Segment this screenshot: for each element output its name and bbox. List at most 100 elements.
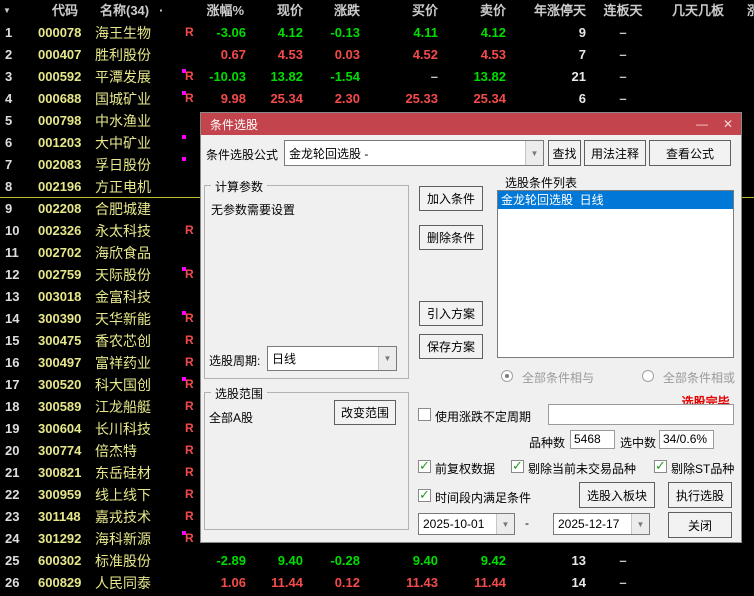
row-number: 13 [5,289,20,304]
radio-all-and[interactable] [501,370,513,382]
dialog-titlebar[interactable]: 条件选股 — ✕ [201,113,741,135]
exclude-untraded-checkbox[interactable] [511,458,524,474]
marker-cell: R [180,264,200,286]
radio-all-or[interactable] [642,370,654,382]
stock-name: 香农芯创 [95,333,151,349]
r-badge: R [185,333,194,347]
table-row[interactable]: 4 000688 国城矿业 R 9.98 25.34 2.30 25.33 25.34 6 – [0,88,754,110]
r-badge: R [185,399,194,413]
row-number: 4 [5,91,13,106]
stock-name: 方正电机 [95,179,151,195]
last-price: 13.82 [270,69,303,84]
row-number: 6 [5,135,13,150]
marker-cell [180,44,200,66]
stock-name: 天华新能 [95,311,151,327]
row-number: 8 [5,179,13,194]
chevron-down-icon[interactable]: ▼ [496,514,514,534]
column-header[interactable]: 买价 [362,0,440,22]
change: 0.12 [334,575,360,590]
column-header[interactable]: 几天几板 [658,0,738,22]
row-number: 26 [5,575,20,590]
period-combobox[interactable]: 日线 ▼ [267,346,397,371]
irregular-period-checkbox[interactable] [418,408,431,421]
change-range-button[interactable]: 改变范围 [334,400,396,425]
marker-cell: R [180,330,200,352]
chevron-down-icon[interactable]: ▼ [525,141,543,165]
marker-cell: R [180,484,200,506]
column-header[interactable]: 涨幅% [200,0,248,22]
delete-condition-button[interactable]: 删除条件 [419,225,483,250]
stock-name: 天际股份 [95,267,151,283]
save-plan-button[interactable]: 保存方案 [419,334,483,359]
ask-price: 4.53 [480,47,506,62]
time-range-checkbox[interactable] [418,487,431,503]
table-row[interactable]: 1 000078 海王生物 R -3.06 4.12 -0.13 4.11 4.12 9 – [0,22,754,44]
last-price: 9.40 [277,553,303,568]
time-range-label: 时间段内满足条件 [435,491,532,505]
stock-name: 江龙船艇 [95,399,151,415]
import-plan-button[interactable]: 引入方案 [419,301,483,326]
row-number-column-header[interactable]: ▼ [0,0,36,22]
column-header[interactable]: 涨跌 [305,0,362,22]
stock-name: 金富科技 [95,289,151,305]
usage-note-button[interactable]: 用法注释 [584,140,646,166]
table-row[interactable]: 25 600302 标准股份 -2.89 9.40 -0.28 9.40 9.42 13 – [0,550,754,572]
row-number: 15 [5,333,20,348]
forward-adjust-checkbox[interactable] [418,458,431,474]
table-row[interactable]: 2 000407 胜利股份 0.67 4.53 0.03 4.52 4.53 7 – [0,44,754,66]
condition-listbox[interactable]: 金龙轮回选股 日线 [497,190,734,358]
row-number: 19 [5,421,20,436]
stock-range-group-title: 选股范围 [211,385,268,402]
row-number: 14 [5,311,20,326]
column-header[interactable]: 年涨停天 [508,0,588,22]
forward-adjust-label: 前复权数据 [435,462,496,476]
consecutive-boards: – [619,575,627,590]
execute-pick-button[interactable]: 执行选股 [668,482,732,508]
close-button[interactable]: 关闭 [668,512,732,538]
row-number: 17 [5,377,20,392]
column-header[interactable]: 现价 [248,0,305,22]
stock-name: 永太科技 [95,223,151,239]
r-badge: R [185,69,194,83]
table-row[interactable]: 3 000592 平潭发展 R -10.03 13.82 -1.54 – 13.82 21 – [0,66,754,88]
r-badge: R [185,377,194,391]
year-limit-days: 14 [571,575,586,590]
bid-price: 4.52 [412,47,438,62]
date-to-combobox[interactable]: 2025-12-17 ▼ [553,513,650,535]
period-combobox-value: 日线 [272,352,297,366]
ask-price: 13.82 [473,69,506,84]
condition-stock-dialog: 条件选股 — ✕ 条件选股公式 金龙轮回选股 - ▼ 查找 用法注释 查看公式 … [200,112,742,543]
marker-cell [180,242,200,264]
formula-combobox[interactable]: 金龙轮回选股 - ▼ [284,140,544,166]
change-pct: -10.03 [209,69,246,84]
column-header[interactable]: 连板天 [588,0,658,22]
stock-code: 002196 [38,179,82,194]
stock-code: 001203 [38,135,82,150]
change-pct: -3.06 [216,25,246,40]
column-header[interactable]: 代码 [36,0,94,22]
consecutive-boards: – [619,69,627,84]
find-button[interactable]: 查找 [548,140,581,166]
no-params-text: 无参数需要设置 [211,203,296,217]
view-formula-button[interactable]: 查看公式 [649,140,731,166]
irregular-period-input[interactable] [548,404,734,425]
minimize-icon[interactable]: — [689,117,715,131]
column-header[interactable]: 卖价 [440,0,508,22]
column-header[interactable]: 名称(34) · [94,0,180,22]
bid-price: 4.11 [413,25,438,40]
selected-count-value: 34/0.6% [659,430,714,449]
row-number: 7 [5,157,13,172]
condition-list-item[interactable]: 金龙轮回选股 日线 [498,191,733,209]
close-icon[interactable]: ✕ [715,117,741,131]
partial-column-header[interactable]: 涨 [747,0,754,22]
table-row[interactable]: 26 600829 人民同泰 1.06 11.44 0.12 11.43 11.44 14 – [0,572,754,594]
pick-to-block-button[interactable]: 选股入板块 [579,482,655,508]
chevron-down-icon[interactable]: ▼ [631,514,649,534]
date-from-combobox[interactable]: 2025-10-01 ▼ [418,513,515,535]
stock-name: 大中矿业 [95,135,151,151]
exclude-st-checkbox[interactable] [654,458,667,474]
r-badge: R [185,311,194,325]
chevron-down-icon[interactable]: ▼ [378,347,396,370]
row-number: 3 [5,69,13,84]
add-condition-button[interactable]: 加入条件 [419,186,483,211]
